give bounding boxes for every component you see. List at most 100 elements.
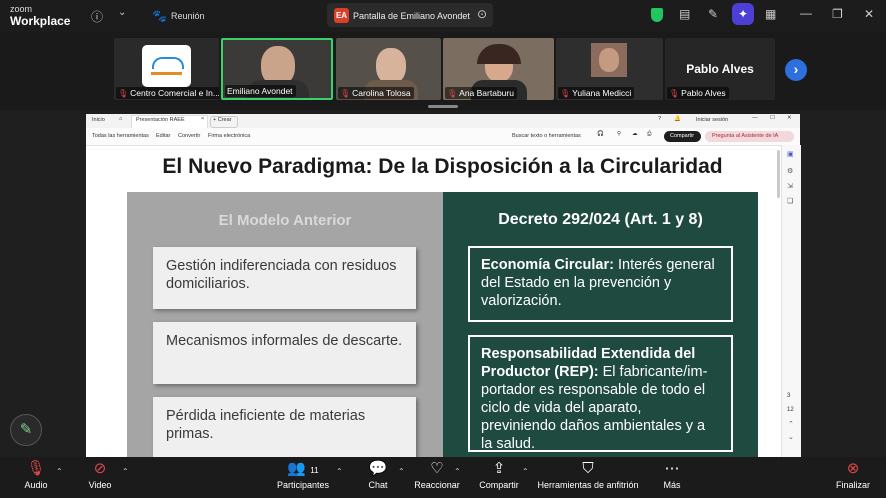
zoom-logo-bottom: Workplace xyxy=(10,14,71,28)
participants-button[interactable]: 👥 11 Participantes xyxy=(272,460,334,490)
shield-check-icon: ⛉ xyxy=(582,460,594,477)
minimize-icon[interactable]: — xyxy=(800,6,812,20)
participant-label: Emiliano Avondet xyxy=(225,85,296,97)
search-tools-input[interactable]: Buscar texto o herramientas xyxy=(512,133,581,139)
shield-icon[interactable] xyxy=(651,8,663,22)
mic-off-icon: 🎙 xyxy=(669,89,680,98)
annotate-pencil-icon[interactable]: ✎ xyxy=(10,414,42,446)
ai-companion-icon[interactable]: ✦ xyxy=(732,3,754,25)
home-icon[interactable]: ⌂ xyxy=(119,116,122,122)
participant-label: 🎙 Pablo Alves xyxy=(667,87,729,99)
share-title: Pantalla de Emiliano Avondet xyxy=(353,11,470,21)
more-button[interactable]: ⋯ Más xyxy=(658,460,686,490)
page-current: 3 xyxy=(787,393,791,399)
sign-link[interactable]: Firma electrónica xyxy=(208,133,250,139)
window-minimize-icon[interactable]: — xyxy=(752,115,758,121)
bell-icon[interactable]: 🔔 xyxy=(674,116,681,122)
chat-icon: 💬 xyxy=(368,460,388,477)
restore-icon[interactable]: ❐ xyxy=(832,7,843,21)
slide-title: El Nuevo Paradigma: De la Disposición a … xyxy=(162,155,723,178)
participant-label: 🎙 Centro Comercial e In... xyxy=(116,87,219,99)
left-heading: El Modelo Anterior xyxy=(218,212,352,229)
window-close-icon[interactable]: ✕ xyxy=(787,115,792,121)
chevron-down-icon[interactable]: ⌄ xyxy=(118,7,126,18)
share-screen-button[interactable]: ⇪ Compartir xyxy=(476,460,522,490)
chat-options-caret[interactable]: ⌃ xyxy=(398,467,405,476)
pages-icon[interactable]: ❏ xyxy=(787,197,793,205)
participants-options-caret[interactable]: ⌃ xyxy=(336,467,343,476)
host-tools-button[interactable]: ⛉ Herramientas de anfitrión xyxy=(536,460,640,490)
share-options-caret[interactable]: ⌃ xyxy=(522,467,529,476)
participant-label: 🎙 Ana Bartaburu xyxy=(445,87,517,99)
share-doc-label: Compartir xyxy=(670,133,695,139)
gallery-resize-handle[interactable] xyxy=(428,105,458,108)
export-icon[interactable]: ⇲ xyxy=(787,182,793,190)
mic-off-icon: 🎙 xyxy=(118,89,129,98)
next-page-icon[interactable]: › xyxy=(785,59,807,81)
participant-face xyxy=(376,48,406,84)
audio-button[interactable]: 🎙 Audio xyxy=(18,460,54,490)
apps-icon[interactable]: ▦ xyxy=(765,7,776,21)
left-item-box: Mecanismos informales de descarte. xyxy=(153,322,416,384)
tab-home[interactable]: Inicio xyxy=(92,117,105,123)
tab-close-icon[interactable]: × xyxy=(201,116,204,122)
signin-link[interactable]: Iniciar sesión xyxy=(696,117,728,123)
comment-icon[interactable]: ▣ xyxy=(787,150,794,158)
more-options-icon[interactable]: ⊙ xyxy=(477,7,487,21)
window-maximize-icon[interactable]: ☐ xyxy=(770,115,775,121)
tools-icon[interactable]: ⚙ xyxy=(787,167,793,175)
left-item-box: Pérdida ineficiente de materias primas. xyxy=(153,397,416,457)
participant-tile[interactable]: Pablo Alves 🎙 Pablo Alves xyxy=(665,38,775,100)
notes-icon[interactable]: ▤ xyxy=(679,7,690,21)
paw-icon: 🐾 xyxy=(152,9,167,23)
search-icon[interactable]: ⚲ xyxy=(617,131,621,137)
help-icon[interactable]: ? xyxy=(658,116,661,122)
participant-hair xyxy=(477,44,521,64)
sharer-avatar: EA xyxy=(334,8,349,23)
video-options-caret[interactable]: ⌃ xyxy=(122,467,129,476)
edit-link[interactable]: Editar xyxy=(156,133,170,139)
participant-tile[interactable]: 🎙 Ana Bartaburu xyxy=(443,38,554,100)
react-options-caret[interactable]: ⌃ xyxy=(454,467,461,476)
mic-off-icon: 🎙 xyxy=(340,89,351,98)
chat-button[interactable]: 💬 Chat xyxy=(362,460,394,490)
mic-off-icon: 🎙 xyxy=(560,89,571,98)
zoom-logo-top: zoom xyxy=(10,4,33,14)
all-tools-link[interactable]: Todas las herramientas xyxy=(92,133,149,139)
video-off-icon: ⊘ xyxy=(93,460,107,477)
meeting-label[interactable]: Reunión xyxy=(171,11,205,21)
end-meeting-button[interactable]: ⊗ Finalizar xyxy=(834,460,872,490)
participant-tile[interactable]: 🎙 Yuliana Medicci xyxy=(556,38,663,100)
scrollbar-thumb[interactable] xyxy=(777,150,780,198)
participants-icon: 👥 11 xyxy=(287,460,319,477)
participant-label: 🎙 Yuliana Medicci xyxy=(558,87,635,99)
page-up-icon[interactable]: ⌃ xyxy=(788,420,794,428)
participant-tile[interactable]: 🎙 Centro Comercial e In... xyxy=(114,38,219,100)
participant-label: 🎙 Carolina Tolosa xyxy=(338,87,414,99)
participant-tile-active[interactable]: Emiliano Avondet xyxy=(221,38,333,100)
page-down-icon[interactable]: ⌄ xyxy=(788,433,794,441)
ai-assistant-label: Pregunta al Asistente de IA xyxy=(712,133,779,139)
info-icon[interactable]: ⓘ xyxy=(91,8,103,25)
close-icon[interactable]: ✕ xyxy=(864,7,874,21)
participant-face xyxy=(599,48,619,72)
right-item-box: Economía Circular: Interés general del E… xyxy=(468,246,733,322)
audio-options-caret[interactable]: ⌃ xyxy=(56,467,63,476)
page-total: 12 xyxy=(787,407,794,413)
tab-active-label: Presentación RAEE xyxy=(136,117,185,123)
right-item-term: Economía Circular: xyxy=(481,257,614,273)
new-tab-label: + Crear xyxy=(213,117,232,123)
right-item-box: Responsabilidad Extendida del Productor … xyxy=(468,335,733,452)
convert-link[interactable]: Convertir xyxy=(178,133,200,139)
cloud-icon[interactable]: ☁ xyxy=(632,131,638,137)
print-icon[interactable]: ⎙ xyxy=(647,131,651,138)
share-screen-icon: ⇪ xyxy=(492,460,506,477)
mic-off-icon: 🎙 xyxy=(447,89,458,98)
video-button[interactable]: ⊘ Video xyxy=(82,460,118,490)
pencil-icon[interactable]: ✎ xyxy=(708,7,718,21)
headphones-icon[interactable]: 🎧 xyxy=(597,131,604,137)
end-call-icon: ⊗ xyxy=(846,460,860,477)
participant-tile[interactable]: 🎙 Carolina Tolosa xyxy=(336,38,441,100)
org-logo xyxy=(142,45,191,87)
more-icon: ⋯ xyxy=(664,460,680,477)
